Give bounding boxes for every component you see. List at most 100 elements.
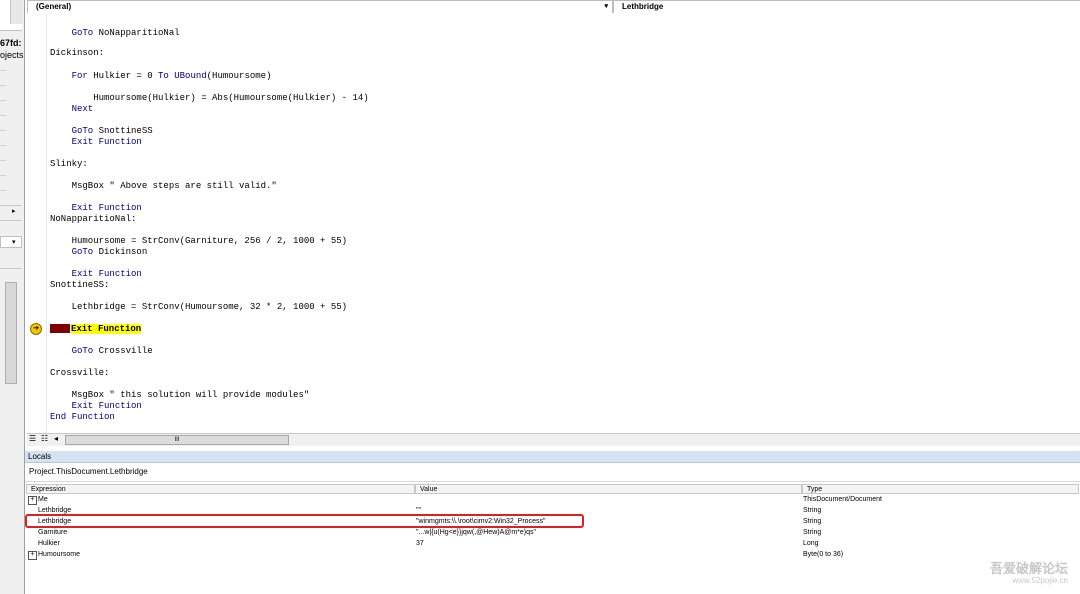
breakpoint-marker bbox=[50, 324, 70, 334]
divider bbox=[0, 85, 6, 86]
code-text: Crossville bbox=[93, 346, 153, 356]
procedure-combobox-value: Lethbridge bbox=[622, 2, 664, 11]
code-line[interactable]: Humoursome(Hulkier) = Abs(Humoursome(Hul… bbox=[50, 93, 368, 104]
locals-title-bar[interactable]: Locals bbox=[25, 451, 1080, 463]
object-combobox[interactable]: (General) ▾ bbox=[27, 0, 613, 14]
locals-type-cell: Byte(0 to 36) bbox=[803, 551, 844, 558]
locals-value-cell[interactable]: "...w|{u(Hg<e}}jqw(,@Hew)A@m*e)qs" bbox=[416, 528, 536, 538]
split-view-icon[interactable]: ☰ bbox=[29, 434, 36, 443]
scrollbar[interactable] bbox=[10, 0, 23, 24]
code-text: NoNapparitioNal bbox=[93, 28, 180, 38]
plus-icon[interactable]: + bbox=[28, 551, 37, 560]
code-line[interactable]: End Function bbox=[50, 412, 115, 423]
code-text: Crossville: bbox=[50, 368, 110, 378]
properties-object-combo[interactable] bbox=[0, 236, 22, 248]
column-header-value[interactable]: Value bbox=[415, 484, 802, 494]
watermark-url: www.52pojie.cn bbox=[1012, 576, 1068, 585]
procedure-combobox[interactable]: Lethbridge bbox=[613, 0, 1080, 14]
code-keyword: Exit Function bbox=[71, 137, 142, 147]
plus-icon[interactable]: + bbox=[28, 496, 37, 505]
object-combobox-value: (General) bbox=[36, 2, 72, 11]
divider bbox=[0, 100, 6, 101]
locals-expression-cell: Hulkier bbox=[38, 540, 60, 547]
code-keyword: Exit Function bbox=[71, 203, 142, 213]
chevron-down-icon[interactable]: ▾ bbox=[604, 1, 608, 13]
divider bbox=[0, 145, 6, 146]
scroll-left-icon[interactable]: ◂ bbox=[54, 434, 58, 443]
code-line[interactable]: Exit Function bbox=[50, 269, 142, 280]
code-line[interactable]: Dickinson: bbox=[50, 48, 104, 59]
locals-expression-cell: Garniture bbox=[38, 529, 68, 536]
code-line[interactable]: Exit Function bbox=[50, 137, 142, 148]
locals-type-cell: Long bbox=[803, 540, 819, 547]
code-text: SnottineSS bbox=[93, 126, 153, 136]
code-keyword: To bbox=[158, 71, 169, 81]
chevron-right-icon[interactable]: ▸ bbox=[12, 207, 16, 215]
locals-context-path: Project.ThisDocument.Lethbridge bbox=[29, 467, 148, 476]
code-text: Humoursome = StrConv(Garniture, 256 / 2,… bbox=[50, 236, 348, 246]
locals-type-cell: String bbox=[803, 529, 822, 536]
current-code-line[interactable]: Exit Function bbox=[50, 324, 142, 335]
divider bbox=[0, 115, 6, 116]
locals-type-cell: String bbox=[803, 507, 822, 514]
locals-expression-cell: Humoursome bbox=[38, 551, 81, 558]
scroll-grip: III bbox=[174, 437, 180, 443]
code-text: Hulkier = 0 bbox=[87, 71, 159, 81]
locals-context-bar: Project.ThisDocument.Lethbridge bbox=[25, 463, 1080, 482]
code-line[interactable]: Humoursome = StrConv(Garniture, 256 / 2,… bbox=[50, 236, 347, 247]
code-keyword: GoTo bbox=[71, 346, 94, 356]
code-text: MsgBox " Above steps are still valid." bbox=[50, 181, 277, 191]
code-text: Dickinson bbox=[93, 247, 148, 257]
code-line[interactable]: For Hulkier = 0 To UBound(Humoursome) bbox=[50, 71, 272, 82]
code-line[interactable]: Crossville: bbox=[50, 368, 109, 379]
code-line[interactable]: GoTo Crossville bbox=[50, 346, 153, 357]
code-line[interactable]: Slinky: bbox=[50, 159, 88, 170]
code-line[interactable]: GoTo Dickinson bbox=[50, 247, 148, 258]
code-text: MsgBox " this solution will provide modu… bbox=[50, 390, 310, 400]
locals-grid[interactable]: Expression Value Type bbox=[25, 483, 1080, 594]
full-module-view-icon[interactable]: ☷ bbox=[41, 434, 48, 443]
chevron-down-icon: ▾ bbox=[12, 239, 16, 246]
code-line[interactable]: MsgBox " this solution will provide modu… bbox=[50, 390, 310, 401]
divider bbox=[0, 130, 6, 131]
code-keyword: GoTo bbox=[71, 28, 94, 38]
locals-type-cell: ThisDocument/Document bbox=[803, 496, 882, 503]
code-line[interactable]: Lethbridge = StrConv(Humoursome, 32 * 2,… bbox=[50, 302, 347, 313]
code-horizontal-scrollbar[interactable]: ☰ ☷ ◂ III bbox=[27, 433, 1080, 446]
divider bbox=[0, 190, 6, 191]
code-text: Lethbridge = StrConv(Humoursome, 32 * 2,… bbox=[50, 302, 348, 312]
code-keyword: Next bbox=[71, 104, 94, 114]
divider bbox=[0, 220, 22, 221]
code-text: Dickinson: bbox=[50, 48, 105, 58]
current-statement-highlight: Exit Function bbox=[71, 324, 142, 334]
properties-grid[interactable] bbox=[0, 268, 22, 439]
code-line[interactable]: MsgBox " Above steps are still valid." bbox=[50, 181, 277, 192]
project-explorer-panel: 67fd: ojects ▸ ▾ bbox=[0, 0, 25, 594]
code-line[interactable]: Next bbox=[50, 104, 94, 115]
code-keyword: Exit Function bbox=[71, 269, 142, 279]
code-keyword: Exit Function bbox=[71, 401, 142, 411]
code-line[interactable]: GoTo NoNapparitioNal bbox=[50, 28, 180, 39]
divider bbox=[0, 205, 22, 206]
code-keyword: End Function bbox=[50, 412, 115, 422]
column-header-expression[interactable]: Expression bbox=[26, 484, 415, 494]
code-keyword: GoTo bbox=[71, 126, 94, 136]
code-line[interactable]: NoNapparitioNal: bbox=[50, 214, 136, 225]
locals-title: Locals bbox=[28, 452, 52, 461]
scroll-thumb[interactable]: III bbox=[65, 435, 289, 445]
column-header-type[interactable]: Type bbox=[802, 484, 1079, 494]
code-line[interactable]: GoTo SnottineSS bbox=[50, 126, 153, 137]
locals-expression-cell: Me bbox=[38, 496, 48, 503]
code-line[interactable]: SnottineSS: bbox=[50, 280, 109, 291]
code-line[interactable]: Exit Function bbox=[50, 401, 142, 412]
locals-value-cell[interactable]: 37 bbox=[416, 539, 424, 549]
code-keyword: Exit Function bbox=[71, 324, 142, 334]
code-line[interactable]: Exit Function bbox=[50, 203, 142, 214]
breakpoint-margin[interactable] bbox=[27, 13, 47, 433]
